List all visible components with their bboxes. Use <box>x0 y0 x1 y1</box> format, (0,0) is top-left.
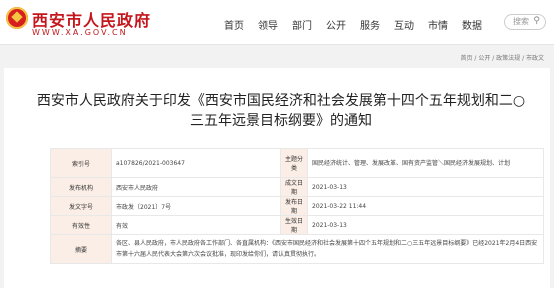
page-title-line1: 西安市人民政府关于印发《西安市国民经济和社会发展第十四个五年规划和二○ <box>36 93 526 109</box>
docno-label: 发文字号 <box>50 196 112 216</box>
search-box[interactable]: 搜索 ⚲ <box>504 14 546 30</box>
topic-label: 主题分类 <box>280 148 308 178</box>
publisher-label: 发布机构 <box>50 177 112 197</box>
search-icon[interactable]: ⚲ <box>533 16 540 26</box>
docno-value: 市政发〔2021〕7号 <box>111 196 281 216</box>
validity-value: 有效 <box>111 215 281 235</box>
site-logo-url: WWW.XA.GOV.CN <box>32 28 128 37</box>
validity-label: 有效性 <box>50 215 112 235</box>
publish-date-value: 2021-03-22 11:44 <box>307 196 544 216</box>
document-meta-table: 索引号 a107826/2021-003647 主题分类 国民经济统计、管理、发… <box>50 148 544 264</box>
publisher-value: 西安市人民政府 <box>111 177 281 197</box>
nav-item-home[interactable]: 首页 <box>224 17 244 32</box>
effective-date-value: 2021-03-13 <box>307 215 544 235</box>
publish-date-label: 发布日期 <box>280 196 308 216</box>
article-card: 西安市人民政府关于印发《西安市国民经济和社会发展第十四个五年规划和二○ 三五年远… <box>4 68 550 288</box>
summary-value: 各区、县人民政府，市人民政府各工作部门、各直属机构：《西安市国民经济和社会发展第… <box>111 234 544 264</box>
nav-item-services[interactable]: 服务 <box>360 17 380 32</box>
nav-item-data[interactable]: 数据 <box>462 17 482 32</box>
nav-item-interaction[interactable]: 互动 <box>394 17 414 32</box>
nav-item-city-info[interactable]: 市情 <box>428 17 448 32</box>
written-date-value: 2021-03-13 <box>307 177 544 197</box>
nav-item-leaders[interactable]: 领导 <box>258 17 278 32</box>
summary-label: 摘要 <box>50 234 112 264</box>
breadcrumb[interactable]: 首页 / 公开 / 政策法规 / 市政文 <box>460 53 544 62</box>
written-date-label: 成文日期 <box>280 177 308 197</box>
search-placeholder: 搜索 <box>513 17 529 26</box>
main-nav: 首页 领导 部门 公开 服务 互动 市情 数据 <box>224 17 496 32</box>
national-emblem-icon <box>6 7 28 29</box>
nav-item-public[interactable]: 公开 <box>326 17 346 32</box>
page-title-line2: 三五年远景目标纲要》的通知 <box>190 113 372 129</box>
site-header: 西安市人民政府 WWW.XA.GOV.CN 首页 领导 部门 公开 服务 互动 … <box>0 0 554 45</box>
index-label: 索引号 <box>50 148 112 178</box>
nav-item-departments[interactable]: 部门 <box>292 17 312 32</box>
effective-date-label: 生效日期 <box>280 215 308 235</box>
index-value: a107826/2021-003647 <box>111 148 281 178</box>
topic-value: 国民经济统计、管理、发展改革、国有资产监管＼国民经济发展规划、计划 <box>307 148 544 178</box>
page-title: 西安市人民政府关于印发《西安市国民经济和社会发展第十四个五年规划和二○ 三五年远… <box>4 91 550 131</box>
